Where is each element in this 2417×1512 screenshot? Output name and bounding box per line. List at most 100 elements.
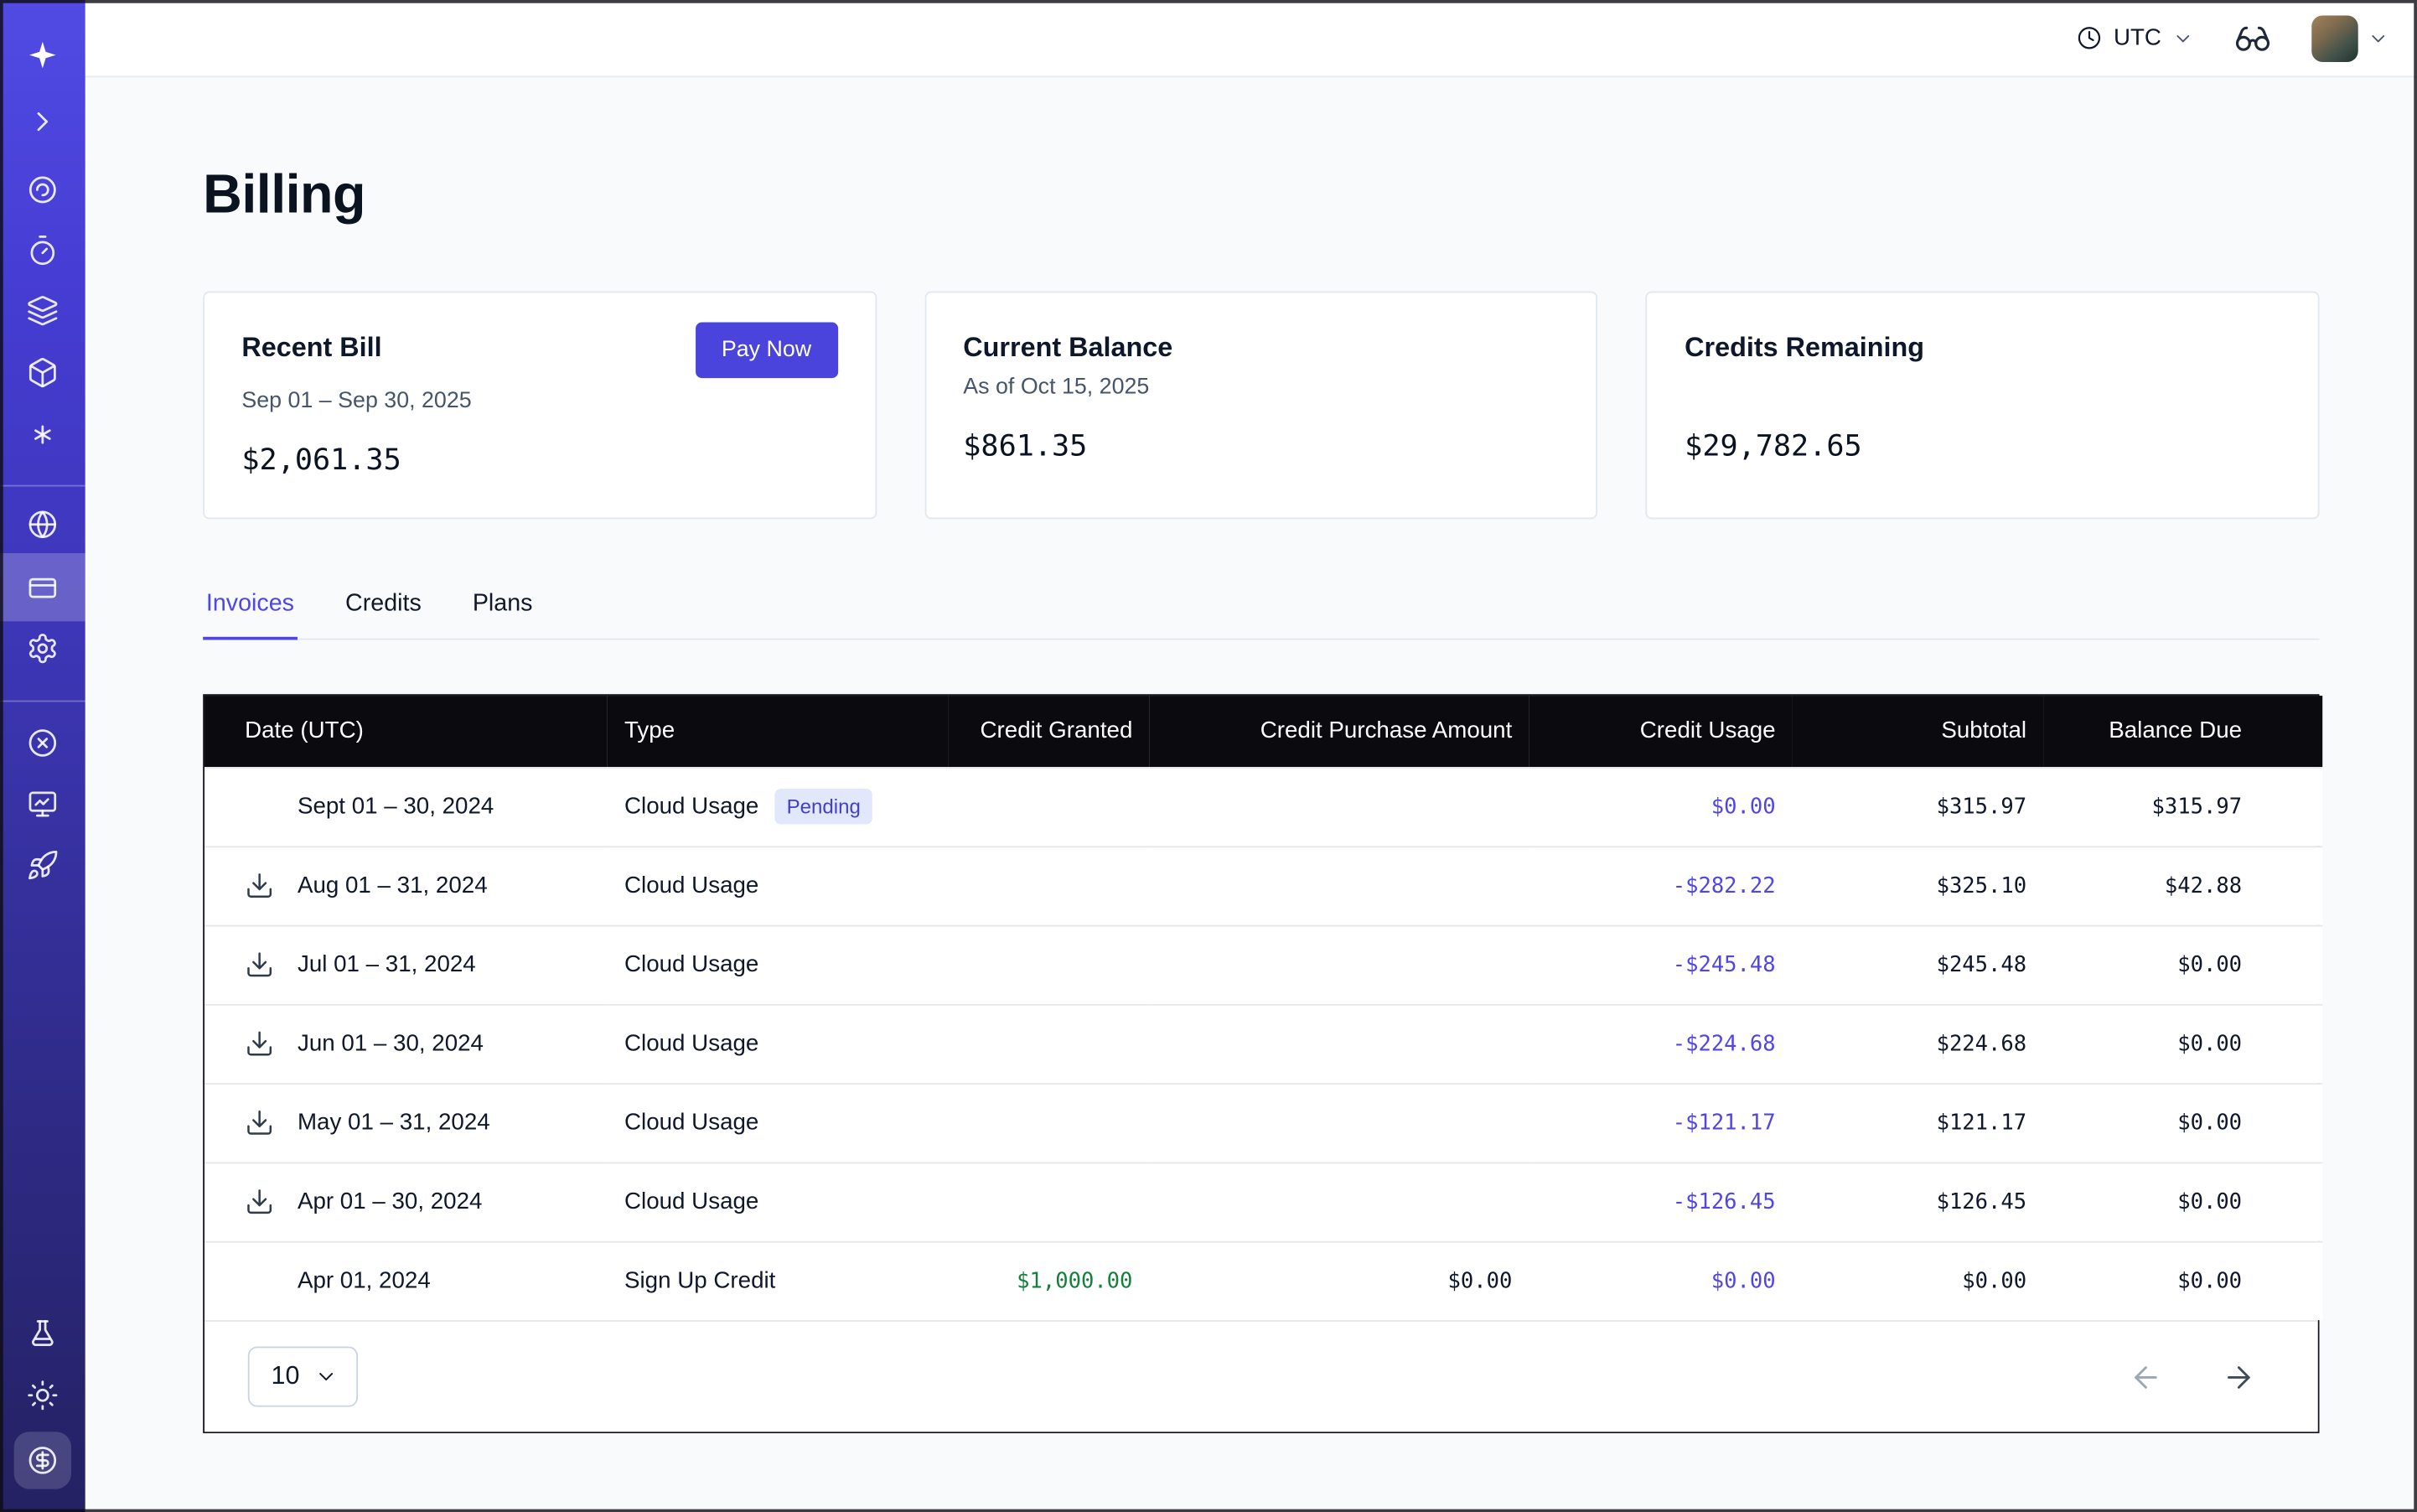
user-avatar xyxy=(2311,15,2357,61)
invoice-credit-granted-cell xyxy=(948,846,1149,924)
timezone-label: UTC xyxy=(2114,25,2161,51)
timezone-selector[interactable]: UTC xyxy=(2077,25,2194,51)
sidebar-item-credit-card[interactable] xyxy=(0,553,85,621)
display-icon xyxy=(26,786,59,819)
page-size-select[interactable]: 10 xyxy=(248,1347,359,1407)
sidebar-item-gear[interactable] xyxy=(0,617,85,679)
sidebar-item-flask[interactable] xyxy=(0,1303,85,1365)
column-header-subtotal: Subtotal xyxy=(1793,696,2043,767)
invoice-row: Jul 01 – 31, 2024Cloud Usage-$245.48$245… xyxy=(204,925,2322,1004)
prev-page-button[interactable] xyxy=(2129,1359,2163,1394)
chevron-right-icon xyxy=(26,105,59,137)
sidebar-item-globe[interactable] xyxy=(0,493,85,555)
download-invoice-button[interactable] xyxy=(245,870,276,901)
invoice-credit-usage-cell: -$224.68 xyxy=(1529,1004,1793,1083)
invoice-credit-usage-cell: -$126.45 xyxy=(1529,1162,1793,1241)
sidebar-item-chevron-right[interactable] xyxy=(0,90,85,152)
invoice-type-cell: Cloud Usage xyxy=(608,925,949,1004)
sidebar-item-spiral[interactable] xyxy=(0,158,85,220)
invoice-balance-due-cell: $0.00 xyxy=(2043,1162,2322,1241)
credit-card-icon xyxy=(26,571,59,603)
tab-plans[interactable]: Plans xyxy=(469,590,536,638)
invoice-row: Apr 01, 2024Sign Up Credit$1,000.00$0.00… xyxy=(204,1241,2322,1320)
sidebar-item-layers[interactable] xyxy=(0,279,85,341)
circle-x-icon xyxy=(26,726,59,759)
invoice-type-cell: Sign Up Credit xyxy=(608,1241,949,1320)
sidebar-item-rocket[interactable] xyxy=(0,834,85,896)
clock-icon xyxy=(2077,25,2103,51)
flask-icon xyxy=(26,1318,59,1350)
download-invoice-button[interactable] xyxy=(245,1186,276,1217)
sidebar-item-logo-sparkle[interactable] xyxy=(0,23,85,85)
download-invoice-button[interactable] xyxy=(245,1107,276,1138)
user-menu[interactable] xyxy=(2311,15,2389,61)
invoice-row: May 01 – 31, 2024Cloud Usage -$121.17$121… xyxy=(204,1083,2322,1162)
sun-icon xyxy=(26,1378,59,1411)
invoice-date: Apr 01 – 30, 2024 xyxy=(298,1188,482,1214)
invoice-row: Jun 01 – 30, 2024Cloud Usage-$224.68$224… xyxy=(204,1004,2322,1083)
pagination-arrows xyxy=(2129,1359,2256,1394)
tab-invoices[interactable]: Invoices xyxy=(203,590,298,638)
sidebar-item-timer[interactable] xyxy=(0,219,85,281)
download-invoice-button[interactable] xyxy=(245,1028,276,1059)
globe-icon xyxy=(26,507,59,540)
invoice-row: Aug 01 – 31, 2024Cloud Usage-$282.22$325… xyxy=(204,846,2322,924)
download-spacer xyxy=(245,1266,276,1297)
invoice-credit-purchase-amount-cell xyxy=(1150,767,1529,846)
sidebar-item-sun[interactable] xyxy=(0,1364,85,1426)
invoice-credit-purchase-amount-cell xyxy=(1150,1004,1529,1083)
invoice-balance-due-cell: $0.00 xyxy=(2043,1083,2322,1162)
card-subtitle xyxy=(1685,375,2280,406)
invoice-credit-purchase-amount-cell: $0.00 xyxy=(1150,1241,1529,1320)
status-badge: Pending xyxy=(774,789,873,825)
invoice-type: Cloud Usage xyxy=(624,794,758,820)
invoice-credit-purchase-amount-cell xyxy=(1150,925,1529,1004)
chevron-down-icon xyxy=(2368,27,2389,49)
column-header-credit-purchase-amount: Credit Purchase Amount xyxy=(1150,696,1529,767)
invoice-balance-due-cell: $0.00 xyxy=(2043,1241,2322,1320)
sidebar-divider xyxy=(0,485,85,487)
sidebar-item-display[interactable] xyxy=(0,772,85,834)
sidebar-item-cube[interactable] xyxy=(0,341,85,403)
invoice-date: Apr 01, 2024 xyxy=(298,1268,431,1294)
next-page-button[interactable] xyxy=(2222,1359,2256,1394)
sidebar-item-asterisk[interactable] xyxy=(0,403,85,465)
invoice-balance-due-cell: $0.00 xyxy=(2043,1004,2322,1083)
pay-now-button[interactable]: Pay Now xyxy=(695,323,837,379)
invoice-type-cell: Cloud Usage Pending xyxy=(608,767,949,846)
invoice-type-cell: Cloud Usage xyxy=(608,1083,949,1162)
invoice-date-cell: Aug 01 – 31, 2024 xyxy=(204,846,608,924)
topbar: UTC xyxy=(85,0,2417,77)
sidebar-divider xyxy=(0,701,85,702)
invoice-date-cell: Apr 01, 2024 xyxy=(204,1241,608,1320)
invoice-type-cell: Cloud Usage xyxy=(608,846,949,924)
invoice-balance-due-cell: $0.00 xyxy=(2043,925,2322,1004)
invoice-credit-usage-cell: -$121.17 xyxy=(1529,1083,1793,1162)
credits-remaining-card: Credits Remaining $29,782.65 xyxy=(1646,292,2320,520)
invoice-date-cell: May 01 – 31, 2024 xyxy=(204,1083,608,1162)
invoice-credit-purchase-amount-cell xyxy=(1150,1083,1529,1162)
layers-icon xyxy=(26,293,59,326)
invoice-date: Jun 01 – 30, 2024 xyxy=(298,1030,484,1056)
billing-page: Billing Recent Bill Pay Now Sep 01 – Sep… xyxy=(85,77,2417,1512)
invoice-subtotal-cell: $121.17 xyxy=(1793,1083,2043,1162)
invoice-subtotal-cell: $245.48 xyxy=(1793,925,2043,1004)
card-title: Current Balance xyxy=(963,325,1172,364)
card-amount: $861.35 xyxy=(963,429,1559,463)
sidebar-item-circle-x[interactable] xyxy=(0,712,85,774)
download-invoice-button[interactable] xyxy=(245,949,276,980)
invoice-credit-granted-cell xyxy=(948,1004,1149,1083)
dollar-circle-icon xyxy=(14,1431,71,1488)
invoice-type: Cloud Usage xyxy=(624,1030,758,1056)
invoice-date: Aug 01 – 31, 2024 xyxy=(298,873,488,898)
card-amount: $2,061.35 xyxy=(241,443,837,478)
invoice-credit-granted-cell: $1,000.00 xyxy=(948,1241,1149,1320)
invoice-date-cell: Jun 01 – 30, 2024 xyxy=(204,1004,608,1083)
recent-bill-card: Recent Bill Pay Now Sep 01 – Sep 30, 202… xyxy=(203,292,877,520)
sidebar-item-dollar-circle[interactable] xyxy=(0,1429,85,1491)
page-size-value: 10 xyxy=(272,1362,300,1391)
invoice-credit-usage-cell: $0.00 xyxy=(1529,767,1793,846)
timer-icon xyxy=(26,233,59,266)
glasses-button[interactable] xyxy=(2234,19,2271,56)
tab-credits[interactable]: Credits xyxy=(342,590,424,638)
